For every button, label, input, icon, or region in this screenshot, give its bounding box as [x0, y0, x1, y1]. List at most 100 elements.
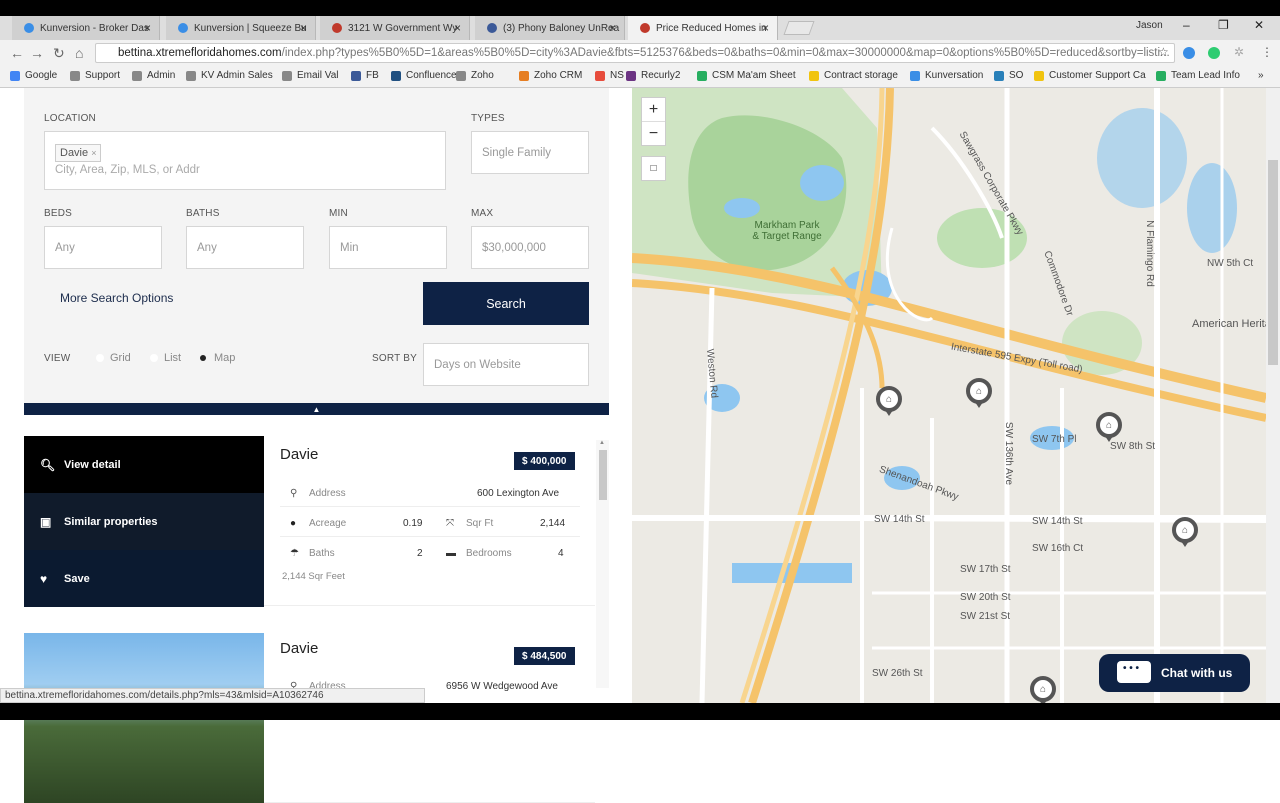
types-select[interactable]: Single Family: [471, 131, 589, 174]
close-tab-icon[interactable]: ×: [454, 21, 461, 35]
map-label: SW 16th Ct: [1032, 543, 1084, 554]
listing-pin[interactable]: ⌂: [1172, 517, 1198, 547]
bookmark-item[interactable]: Google: [10, 70, 57, 81]
page-scrollbar[interactable]: [1266, 88, 1280, 703]
bookmark-item[interactable]: Confluence: [391, 70, 457, 81]
bookmark-item[interactable]: Support: [70, 70, 120, 81]
restore-icon[interactable]: ❐: [1218, 18, 1229, 32]
view-grid-label: Grid: [110, 352, 131, 364]
listing-city[interactable]: Davie: [280, 640, 318, 657]
min-price-select[interactable]: Min: [329, 226, 447, 269]
browser-tab[interactable]: Kunversion | Squeeze Bu ×: [166, 16, 316, 40]
location-input[interactable]: Davie × City, Area, Zip, MLS, or Addr: [44, 131, 446, 190]
listing-card[interactable]: 🔍︎ View detail ▣ Similar properties ♥ Save …: [24, 436, 595, 607]
tab-favicon-icon: [178, 23, 188, 33]
collapse-filters-button[interactable]: ▲: [24, 403, 609, 415]
tab-title: 3121 W Government Wy: [348, 22, 458, 34]
bookmark-item[interactable]: Customer Support Ca: [1034, 70, 1146, 81]
bookmark-item[interactable]: Email Val: [282, 70, 339, 81]
zoom-out-button[interactable]: −: [642, 122, 665, 146]
baths-label: Baths: [309, 548, 335, 559]
view-map-label: Map: [214, 352, 236, 364]
similar-properties-button[interactable]: ▣ Similar properties: [24, 493, 264, 550]
location-placeholder: City, Area, Zip, MLS, or Addr: [55, 164, 200, 176]
close-window-icon[interactable]: ✕: [1254, 18, 1264, 32]
scroll-up-icon[interactable]: ▲: [599, 440, 605, 446]
browser-tab-active[interactable]: Price Reduced Homes in ×: [628, 16, 778, 40]
view-detail-button[interactable]: 🔍︎ View detail: [24, 436, 264, 493]
bookmark-item[interactable]: Zoho: [456, 70, 494, 81]
chat-with-us-button[interactable]: Chat with us: [1099, 654, 1250, 692]
listing-pin[interactable]: ⌂: [966, 378, 992, 408]
bookmark-item[interactable]: Contract storage: [809, 70, 898, 81]
web-page: LOCATION Davie × City, Area, Zip, MLS, o…: [0, 88, 1280, 803]
bookmark-item[interactable]: KV Admin Sales: [186, 70, 273, 81]
page-scroll-thumb[interactable]: [1268, 160, 1278, 365]
view-grid-radio[interactable]: Grid: [96, 352, 131, 364]
close-tab-icon[interactable]: ×: [609, 21, 616, 35]
more-search-options-link[interactable]: More Search Options: [60, 291, 173, 305]
menu-kebab-icon[interactable]: ⋮: [1261, 45, 1273, 59]
max-price-select[interactable]: $30,000,000: [471, 226, 589, 269]
browser-tab[interactable]: Kunversion - Broker Das ×: [12, 16, 160, 40]
home-icon: ⌂: [1181, 524, 1189, 536]
listing-pin[interactable]: ⌂: [1030, 676, 1056, 703]
search-button[interactable]: Search: [423, 282, 589, 325]
browser-tab[interactable]: 3121 W Government Wy ×: [320, 16, 470, 40]
bookmark-icon: [70, 70, 80, 81]
bookmark-label: Google: [25, 70, 58, 81]
listing-pin[interactable]: ⌂: [1096, 412, 1122, 442]
forward-icon[interactable]: →: [30, 45, 44, 61]
reload-icon[interactable]: ↻: [53, 45, 65, 62]
url-host: bettina.xtremefloridahomes.com: [118, 47, 282, 59]
results-scrollbar[interactable]: ▲: [596, 440, 609, 688]
location-chip[interactable]: Davie ×: [55, 144, 102, 162]
extension-green-icon[interactable]: [1208, 47, 1220, 59]
results-scroll-thumb[interactable]: [599, 450, 607, 500]
bookmark-item[interactable]: Admin: [132, 70, 175, 81]
results-map[interactable]: + − □ Markham Park & Target Range Inters…: [632, 88, 1266, 703]
baths-select[interactable]: Any: [186, 226, 304, 269]
extension-gear-icon[interactable]: ✲: [1234, 45, 1244, 59]
sort-select[interactable]: Days on Website: [423, 343, 589, 386]
listing-pin[interactable]: ⌂: [876, 386, 902, 416]
radio-dot-icon: [200, 355, 206, 361]
home-icon[interactable]: ⌂: [75, 45, 83, 61]
profile-name[interactable]: Jason: [1136, 20, 1163, 31]
bookmark-item[interactable]: Team Lead Info: [1156, 70, 1240, 81]
remove-chip-icon[interactable]: ×: [91, 148, 96, 158]
bookmarks-overflow-icon[interactable]: »: [1258, 70, 1264, 81]
view-label: VIEW: [44, 353, 71, 364]
beds-select[interactable]: Any: [44, 226, 162, 269]
close-tab-icon[interactable]: ×: [144, 21, 151, 35]
map-canvas[interactable]: [632, 88, 1266, 703]
bookmark-item[interactable]: CSM Ma'am Sheet: [697, 70, 796, 81]
view-map-radio[interactable]: Map: [200, 352, 235, 364]
close-tab-icon[interactable]: ×: [762, 21, 769, 35]
listing-photo[interactable]: 🔍︎ View detail ▣ Similar properties ♥ Save: [24, 436, 264, 607]
bookmark-item[interactable]: SO: [994, 70, 1023, 81]
extension-kunversion-icon[interactable]: [1183, 47, 1195, 59]
save-button[interactable]: ♥ Save: [24, 550, 264, 607]
close-tab-icon[interactable]: ×: [300, 21, 307, 35]
bookmark-item[interactable]: FB: [351, 70, 379, 81]
minimize-icon[interactable]: –: [1183, 18, 1190, 32]
view-list-radio[interactable]: List: [150, 352, 181, 364]
draw-area-button[interactable]: □: [641, 156, 666, 181]
new-tab-button[interactable]: [783, 21, 815, 35]
bookmark-item[interactable]: NS: [595, 70, 624, 81]
bookmark-item[interactable]: Zoho CRM: [519, 70, 582, 81]
bookmark-icon: [994, 70, 1004, 81]
bookmark-item[interactable]: Kunversation: [910, 70, 983, 81]
bookmark-label: Zoho CRM: [534, 70, 583, 81]
zoom-in-button[interactable]: +: [642, 98, 665, 122]
bookmark-star-icon[interactable]: ☆: [1158, 45, 1169, 59]
bookmark-icon: [391, 70, 401, 81]
listing-city[interactable]: Davie: [280, 446, 318, 463]
bookmark-item[interactable]: Recurly2: [626, 70, 680, 81]
browser-tab[interactable]: (3) Phony Baloney UnRea ×: [475, 16, 625, 40]
map-label: NW 5th Ct: [1207, 258, 1254, 269]
url-input[interactable]: bettina.xtremefloridahomes.com/index.php…: [95, 43, 1175, 63]
radio-circle-icon: [96, 354, 104, 362]
back-icon[interactable]: ←: [10, 45, 24, 61]
